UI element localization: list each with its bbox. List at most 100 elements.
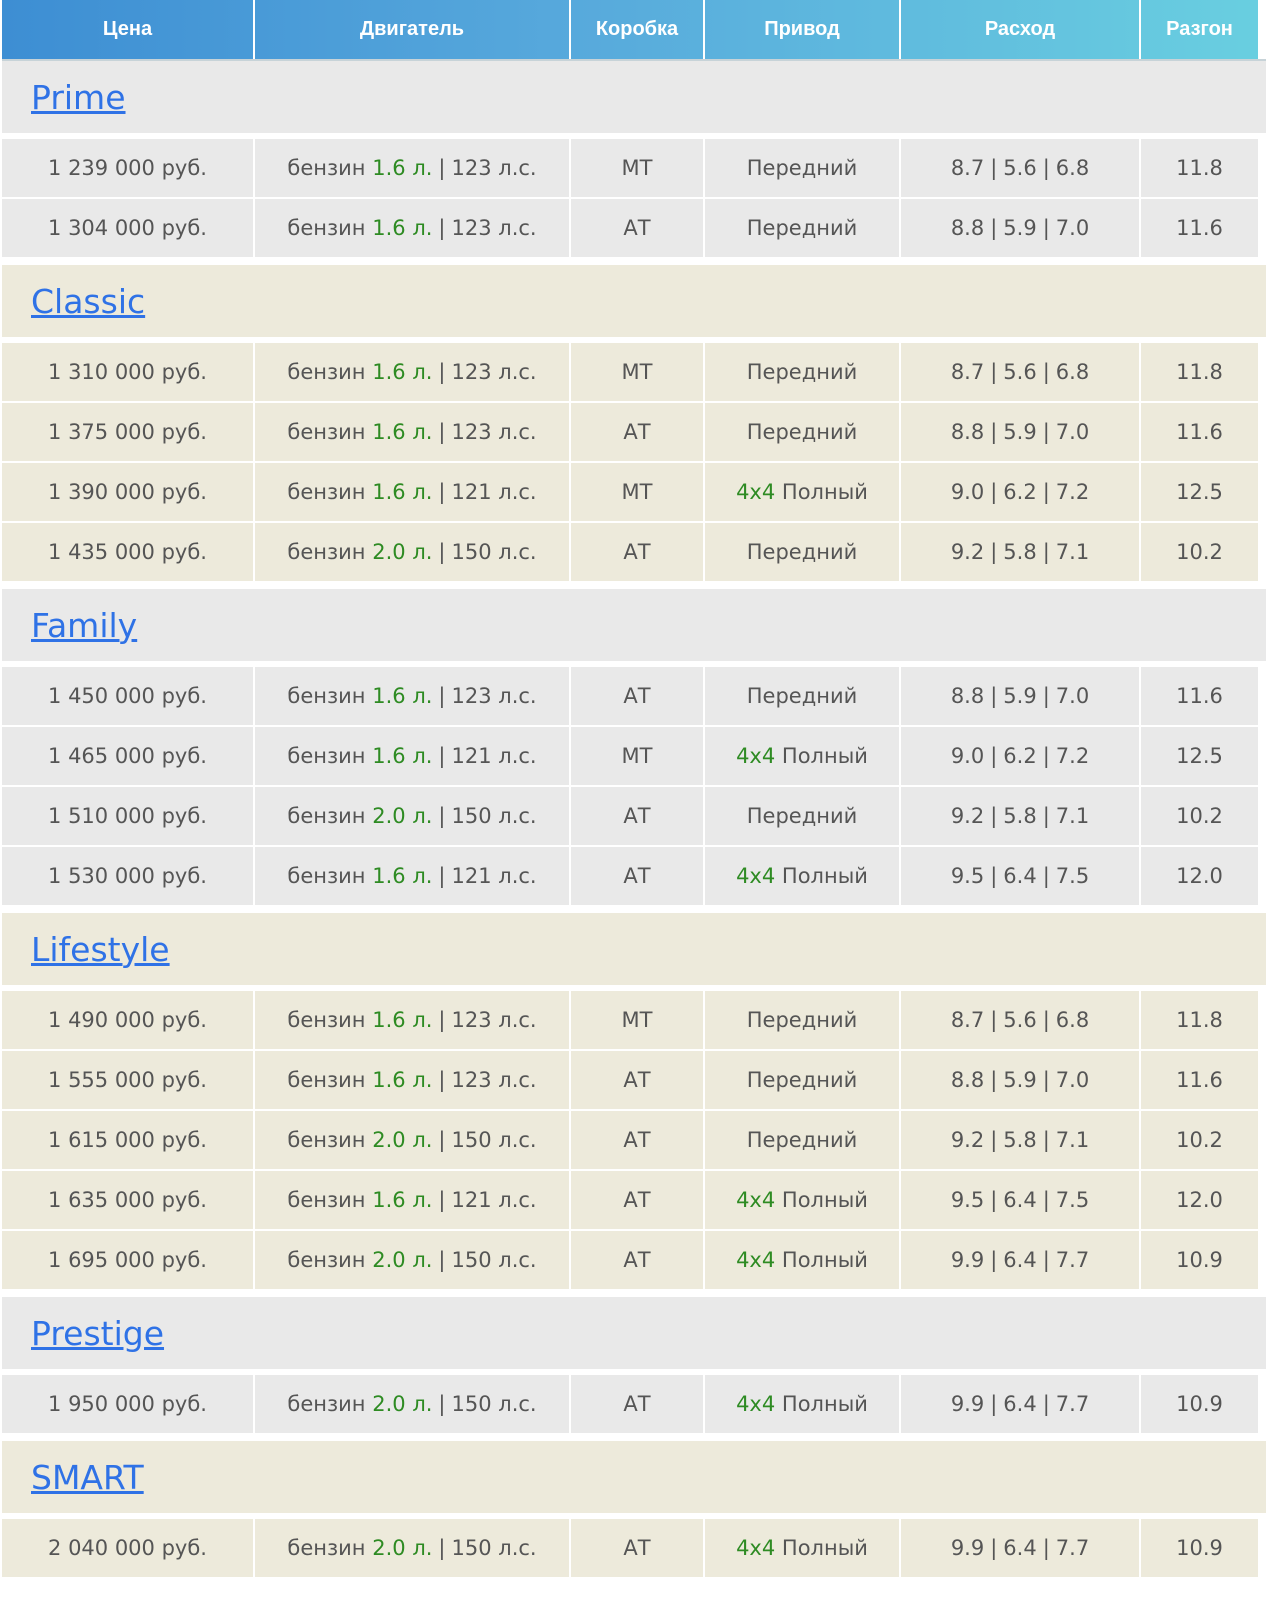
volume-unit: л. [412,1128,432,1152]
table-row: 1 390 000 руб.бензин 1.6 л.|121 л.с.МТ4x… [2,462,1266,522]
grade-link[interactable]: Prime [31,78,126,117]
engine-cell: бензин 1.6 л.|123 л.с. [254,402,570,462]
consumption-value: 6.2 [1003,744,1036,768]
consumption-value: 9.5 [951,1188,984,1212]
separator: | [990,744,997,768]
power-unit: л.с. [498,1188,536,1212]
engine-volume: 2.0 л. [372,1128,432,1152]
grade-header-row: SMART [2,1441,1266,1516]
drive-cell: 4x4 Полный [704,462,900,522]
price-table-page: Цена Двигатель Коробка Привод Расход Раз… [0,0,1268,1624]
consumption-value: 9.9 [951,1392,984,1416]
grade-header-cell: Classic [2,265,1266,340]
acceleration-cell: 12.0 [1140,846,1259,906]
consumption-value: 6.4 [1003,1188,1036,1212]
consumption-value: 8.8 [951,1068,984,1092]
section-spacer [2,1434,1266,1441]
power-value: 121 [452,744,492,768]
drive-label: Передний [747,1068,858,1092]
engine-volume: 2.0 л. [372,804,432,828]
consumption-cell: 9.9|6.4|7.7 [900,1372,1140,1434]
drive-label: Полный [782,1392,868,1416]
acceleration-cell: 10.2 [1140,522,1259,582]
consumption-value: 7.2 [1056,744,1089,768]
separator: | [990,684,997,708]
awd-badge: 4x4 [736,1536,775,1560]
acceleration-cell: 12.5 [1140,726,1259,786]
grade-header-row: Lifestyle [2,913,1266,988]
row-edge [1259,136,1266,198]
power-value: 121 [452,1188,492,1212]
volume-unit: л. [412,540,432,564]
volume-value: 1.6 [372,216,405,240]
power-unit: л.с. [498,804,536,828]
gearbox-cell: АТ [570,198,704,258]
header-consumption: Расход [900,0,1140,60]
engine-volume: 1.6 л. [372,216,432,240]
separator: | [438,1248,445,1272]
drive-cell: Передний [704,402,900,462]
fuel-type: бензин [287,1188,365,1212]
consumption-value: 7.0 [1056,684,1089,708]
volume-unit: л. [412,864,432,888]
table-row: 1 510 000 руб.бензин 2.0 л.|150 л.с.АТПе… [2,786,1266,846]
separator: | [438,684,445,708]
consumption-value: 6.2 [1003,480,1036,504]
volume-unit: л. [412,1008,432,1032]
consumption-value: 8.7 [951,360,984,384]
engine-volume: 1.6 л. [372,1068,432,1092]
engine-cell: бензин 1.6 л.|123 л.с. [254,136,570,198]
consumption-value: 5.8 [1003,1128,1036,1152]
table-row: 1 304 000 руб.бензин 1.6 л.|123 л.с.АТПе… [2,198,1266,258]
fuel-type: бензин [287,540,365,564]
header-edge [1259,0,1266,60]
separator: | [990,156,997,180]
power-unit: л.с. [498,1068,536,1092]
acceleration-cell: 11.6 [1140,402,1259,462]
consumption-value: 7.5 [1056,1188,1089,1212]
grade-link[interactable]: Family [31,606,137,645]
grade-link[interactable]: Prestige [31,1314,164,1353]
grade-link[interactable]: Classic [31,282,145,321]
separator: | [1043,1392,1050,1416]
separator: | [1043,804,1050,828]
grade-link[interactable]: Lifestyle [31,930,170,969]
consumption-cell: 9.2|5.8|7.1 [900,786,1140,846]
grade-link[interactable]: SMART [31,1458,144,1497]
drive-cell: Передний [704,1110,900,1170]
volume-value: 1.6 [372,420,405,444]
separator: | [990,1068,997,1092]
volume-unit: л. [412,1188,432,1212]
separator: | [438,540,445,564]
fuel-type: бензин [287,1392,365,1416]
consumption-value: 5.9 [1003,420,1036,444]
price-cell: 1 304 000 руб. [2,198,254,258]
price-cell: 1 435 000 руб. [2,522,254,582]
consumption-value: 6.4 [1003,1392,1036,1416]
consumption-cell: 8.7|5.6|6.8 [900,988,1140,1050]
drive-label: Передний [747,360,858,384]
power-value: 150 [452,804,492,828]
gearbox-cell: МТ [570,136,704,198]
consumption-cell: 9.5|6.4|7.5 [900,846,1140,906]
volume-value: 2.0 [372,540,405,564]
drive-label: Передний [747,156,858,180]
volume-unit: л. [412,1068,432,1092]
header-price: Цена [2,0,254,60]
separator: | [438,1068,445,1092]
section-spacer [2,906,1266,913]
grade-header-cell: SMART [2,1441,1266,1516]
gearbox-cell: АТ [570,402,704,462]
consumption-value: 8.8 [951,420,984,444]
separator: | [438,804,445,828]
header-engine: Двигатель [254,0,570,60]
volume-unit: л. [412,360,432,384]
fuel-type: бензин [287,744,365,768]
acceleration-cell: 11.6 [1140,198,1259,258]
power-unit: л.с. [498,156,536,180]
separator: | [990,1536,997,1560]
consumption-value: 5.9 [1003,216,1036,240]
engine-cell: бензин 1.6 л.|123 л.с. [254,988,570,1050]
table-row: 1 635 000 руб.бензин 1.6 л.|121 л.с.АТ4x… [2,1170,1266,1230]
separator: | [1043,1536,1050,1560]
